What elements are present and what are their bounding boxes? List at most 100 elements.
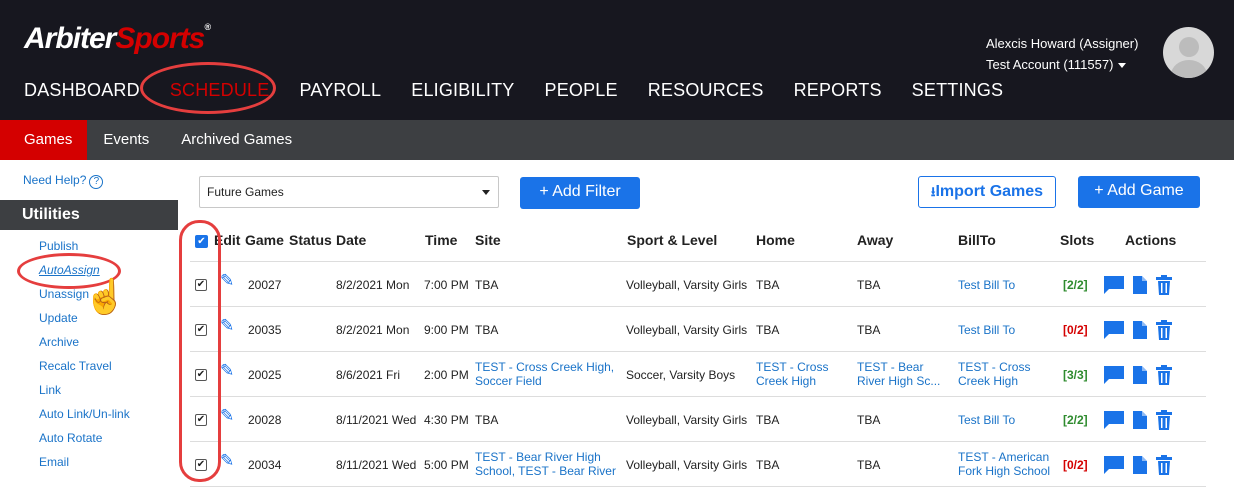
game-billto[interactable]: Test Bill To: [958, 413, 1058, 427]
comment-icon[interactable]: [1103, 320, 1125, 345]
col-time[interactable]: Time: [425, 232, 457, 248]
comment-icon[interactable]: [1103, 455, 1125, 480]
game-filter-select[interactable]: Future Games: [199, 176, 499, 208]
sub-nav: Games Events Archived Games: [0, 120, 1234, 160]
game-date: 8/2/2021 Mon: [336, 323, 410, 337]
logo-text-arbiter: Arbiter: [24, 22, 116, 55]
chevron-down-icon[interactable]: [1118, 63, 1127, 69]
game-time: 7:00 PM: [424, 278, 469, 292]
comment-icon[interactable]: [1103, 365, 1125, 390]
col-site[interactable]: Site: [475, 232, 501, 248]
hand-pointer-icon: ☝: [84, 278, 127, 316]
document-icon[interactable]: [1132, 410, 1148, 435]
chevron-down-icon: [482, 190, 490, 195]
col-status[interactable]: Status: [289, 232, 332, 248]
col-actions: Actions: [1125, 232, 1177, 248]
game-sport-level: Volleyball, Varsity Girls: [626, 323, 748, 337]
game-sport-level: Volleyball, Varsity Girls: [626, 458, 748, 472]
edit-pencil-icon[interactable]: ✎: [220, 407, 234, 424]
game-billto[interactable]: TEST - Cross Creek High: [958, 360, 1058, 388]
game-slots[interactable]: [2/2]: [1063, 413, 1088, 427]
arbitersports-logo[interactable]: ArbiterSports®: [24, 22, 211, 56]
nav-dashboard[interactable]: DASHBOARD: [24, 80, 140, 101]
document-icon[interactable]: [1132, 275, 1148, 300]
col-slots[interactable]: Slots: [1060, 232, 1094, 248]
game-home[interactable]: TEST - Cross Creek High: [756, 360, 836, 388]
game-site: TBA: [475, 413, 499, 427]
edit-pencil-icon[interactable]: ✎: [220, 452, 234, 469]
game-site[interactable]: TEST - Bear River High School, TEST - Be…: [475, 450, 620, 478]
add-game-button[interactable]: + Add Game: [1078, 176, 1200, 208]
game-slots[interactable]: [0/2]: [1063, 458, 1088, 472]
util-auto-link-unlink[interactable]: Auto Link/Un-link: [39, 408, 130, 432]
util-link[interactable]: Link: [39, 384, 130, 408]
edit-pencil-icon[interactable]: ✎: [220, 317, 234, 334]
util-email[interactable]: Email: [39, 456, 130, 480]
import-games-label: Import Games: [935, 183, 1044, 200]
nav-reports[interactable]: REPORTS: [794, 80, 882, 101]
col-away[interactable]: Away: [857, 232, 893, 248]
document-icon[interactable]: [1132, 365, 1148, 390]
logo-registered-mark: ®: [204, 22, 211, 32]
col-game[interactable]: Game: [245, 232, 284, 248]
need-help-link[interactable]: Need Help??: [23, 173, 104, 189]
table-row: ✔ ✎ 20034 8/11/2021 Wed 5:00 PM TEST - Bear R…: [190, 442, 1206, 487]
tab-games[interactable]: Games: [0, 120, 88, 160]
trash-icon[interactable]: [1156, 320, 1172, 345]
util-recalc-travel[interactable]: Recalc Travel: [39, 360, 130, 384]
nav-resources[interactable]: RESOURCES: [648, 80, 764, 101]
game-time: 9:00 PM: [424, 323, 469, 337]
nav-payroll[interactable]: PAYROLL: [299, 80, 381, 101]
nav-eligibility[interactable]: ELIGIBILITY: [411, 80, 514, 101]
game-billto[interactable]: Test Bill To: [958, 323, 1058, 337]
avatar[interactable]: [1163, 27, 1214, 78]
game-home: TBA: [756, 458, 780, 472]
col-sport[interactable]: Sport & Level: [627, 232, 717, 248]
col-home[interactable]: Home: [756, 232, 795, 248]
game-time: 4:30 PM: [424, 413, 469, 427]
document-icon[interactable]: [1132, 455, 1148, 480]
edit-pencil-icon[interactable]: ✎: [220, 272, 234, 289]
col-date[interactable]: Date: [336, 232, 366, 248]
game-away: TBA: [857, 278, 881, 292]
add-filter-button[interactable]: + Add Filter: [520, 177, 640, 209]
game-away[interactable]: TEST - Bear River High Sc...: [857, 360, 943, 388]
document-icon[interactable]: [1132, 320, 1148, 345]
trash-icon[interactable]: [1156, 410, 1172, 435]
add-game-label: Add Game: [1107, 182, 1184, 199]
table-row: ✔ ✎ 20025 8/6/2021 Fri 2:00 PM TEST - Cross C…: [190, 352, 1206, 397]
nav-people[interactable]: PEOPLE: [544, 80, 617, 101]
import-games-button[interactable]: ⭳Import Games: [918, 176, 1056, 208]
game-sport-level: Soccer, Varsity Boys: [626, 368, 736, 382]
game-id: 20028: [248, 413, 282, 427]
game-slots[interactable]: [3/3]: [1063, 368, 1088, 382]
game-billto[interactable]: TEST - American Fork High School: [958, 450, 1058, 478]
tab-events[interactable]: Events: [87, 120, 165, 160]
game-home: TBA: [756, 323, 780, 337]
col-billto[interactable]: BillTo: [958, 232, 996, 248]
game-date: 8/2/2021 Mon: [336, 278, 410, 292]
edit-pencil-icon[interactable]: ✎: [220, 362, 234, 379]
game-billto[interactable]: Test Bill To: [958, 278, 1058, 292]
trash-icon[interactable]: [1156, 365, 1172, 390]
nav-settings[interactable]: SETTINGS: [912, 80, 1004, 101]
game-slots[interactable]: [0/2]: [1063, 323, 1088, 337]
tab-archived-games[interactable]: Archived Games: [165, 120, 308, 160]
add-filter-label: Add Filter: [552, 183, 621, 200]
game-site[interactable]: TEST - Cross Creek High, Soccer Field: [475, 360, 620, 388]
game-site: TBA: [475, 278, 499, 292]
table-header: Edit Game Status Date Time Site Sport & …: [190, 218, 1206, 262]
comment-icon[interactable]: [1103, 410, 1125, 435]
util-archive[interactable]: Archive: [39, 336, 130, 360]
trash-icon[interactable]: [1156, 275, 1172, 300]
annotation-circle-checkbox-column: [179, 220, 221, 482]
game-id: 20027: [248, 278, 282, 292]
game-away: TBA: [857, 413, 881, 427]
game-away: TBA: [857, 323, 881, 337]
user-menu[interactable]: Alexcis Howard (Assigner) Test Account (…: [986, 33, 1138, 75]
game-sport-level: Volleyball, Varsity Girls: [626, 278, 748, 292]
trash-icon[interactable]: [1156, 455, 1172, 480]
comment-icon[interactable]: [1103, 275, 1125, 300]
game-slots[interactable]: [2/2]: [1063, 278, 1088, 292]
util-auto-rotate[interactable]: Auto Rotate: [39, 432, 130, 456]
